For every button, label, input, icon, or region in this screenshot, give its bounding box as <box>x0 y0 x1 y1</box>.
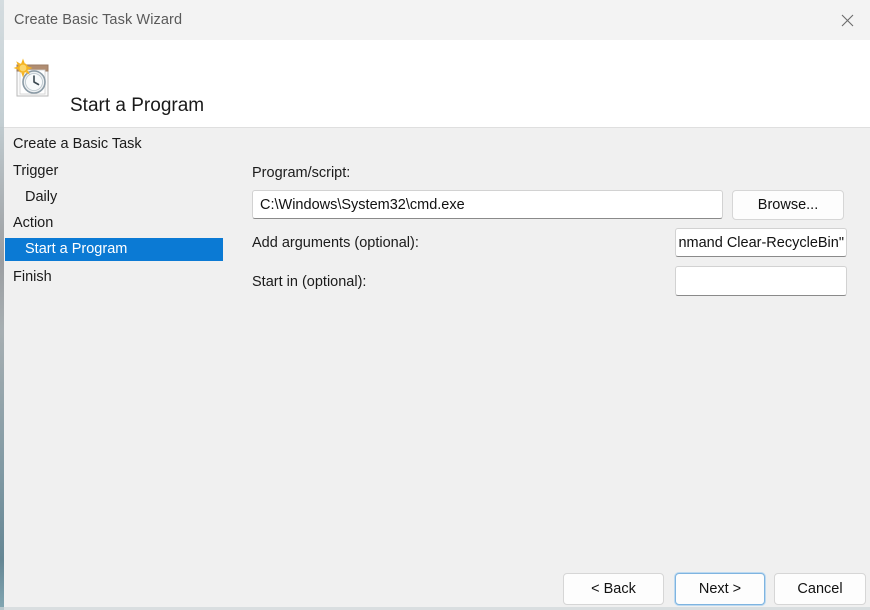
sidebar-item-trigger[interactable]: Trigger <box>13 160 58 183</box>
title-bar: Create Basic Task Wizard <box>0 0 870 41</box>
sidebar-item-daily[interactable]: Daily <box>25 186 57 209</box>
next-button[interactable]: Next > <box>675 573 765 605</box>
close-button[interactable] <box>824 0 870 40</box>
start-in-label: Start in (optional): <box>252 274 367 290</box>
task-scheduler-calendar-clock-icon <box>13 58 49 97</box>
back-button[interactable]: < Back <box>563 573 664 605</box>
add-arguments-input[interactable]: nmand Clear-RecycleBin" <box>675 228 847 257</box>
wizard-header: Start a Program <box>0 40 870 128</box>
add-arguments-label: Add arguments (optional): <box>252 235 419 251</box>
page-title: Start a Program <box>70 95 205 116</box>
action-form: Program/script: C:\Windows\System32\cmd.… <box>232 128 870 610</box>
close-icon <box>841 14 853 26</box>
sidebar-item-finish[interactable]: Finish <box>13 266 52 289</box>
cancel-button[interactable]: Cancel <box>774 573 866 605</box>
program-script-label: Program/script: <box>252 165 351 181</box>
create-basic-task-wizard-window: Create Basic Task Wizard Start a Program… <box>0 0 870 610</box>
sidebar-item-action[interactable]: Action <box>13 212 53 235</box>
sidebar-item-start-a-program[interactable]: Start a Program <box>5 238 223 261</box>
window-left-edge <box>0 0 4 610</box>
window-title: Create Basic Task Wizard <box>14 12 183 28</box>
program-script-input[interactable]: C:\Windows\System32\cmd.exe <box>252 190 723 219</box>
wizard-step-list: Create a Basic Task Trigger Daily Action… <box>0 128 232 610</box>
start-in-input[interactable] <box>675 266 847 296</box>
browse-button[interactable]: Browse... <box>732 190 844 220</box>
sidebar-item-create-a-basic-task[interactable]: Create a Basic Task <box>13 133 142 156</box>
